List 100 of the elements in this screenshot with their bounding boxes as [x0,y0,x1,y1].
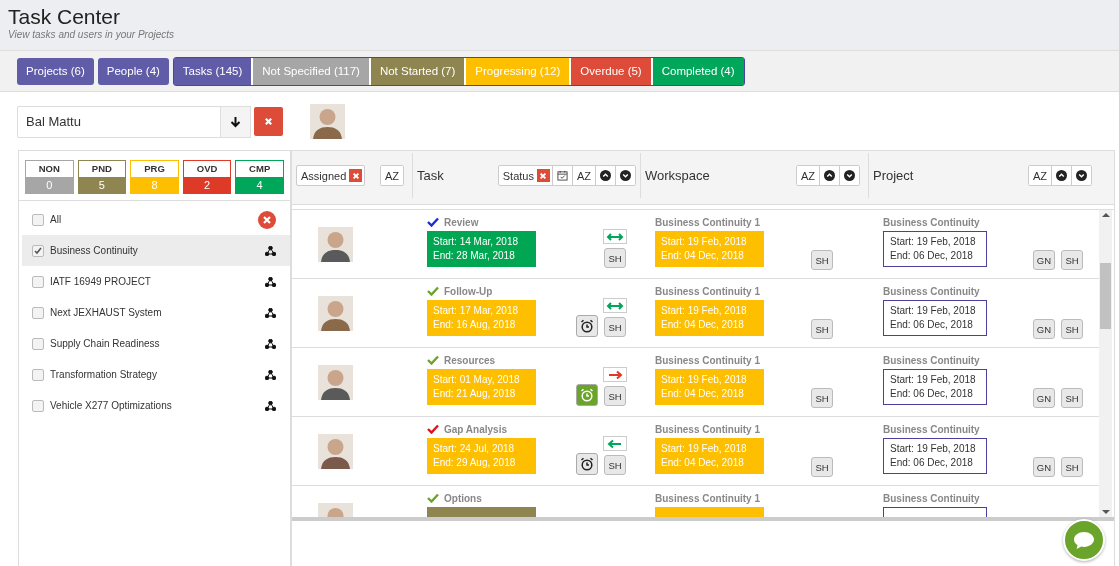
checkbox[interactable] [32,244,44,257]
project-action-button[interactable]: GN [1032,388,1055,408]
workspace-name: Business Continuity 1 [655,216,760,228]
project-action-button[interactable]: GN [1032,457,1055,477]
start-date: Start: 14 Mar, 2018 [433,235,520,249]
alarm-clock-icon [580,319,594,333]
network-icon[interactable] [265,307,276,318]
checkbox[interactable] [32,337,44,350]
status-counter[interactable]: OVD 2 [182,160,232,194]
up-circle-icon [1056,170,1067,181]
network-icon[interactable] [265,276,276,287]
speech-bubble-icon [1073,530,1095,550]
checkbox[interactable] [32,368,44,381]
checkbox[interactable] [32,213,44,226]
sort-down-button[interactable] [1071,166,1091,185]
project-name: Business Continuity [883,285,980,297]
status-counter[interactable]: PRG 8 [130,160,179,194]
scrollbar-thumb[interactable] [1100,263,1111,329]
alarm-button[interactable] [576,453,598,475]
task-name: Options [444,492,482,504]
filter-button[interactable]: People (4) [97,57,169,85]
page-title: Task Center [8,5,122,29]
start-date: Start: 19 Feb, 2018 [661,442,748,456]
network-icon[interactable] [265,245,276,256]
down-circle-icon [844,170,855,181]
project-label: Transformation Strategy [50,369,158,380]
scroll-up-icon[interactable] [1101,210,1110,220]
column-title: Task [417,168,445,183]
avatar [318,433,353,469]
end-date: End: 21 Aug, 2018 [433,387,517,401]
status-counter[interactable]: PND 5 [77,160,127,194]
start-date: Start: 19 Feb, 2018 [890,235,977,249]
sort-button[interactable]: AZ [380,166,403,185]
share-button[interactable]: SH [604,386,626,406]
dropdown-button[interactable] [220,105,251,138]
clear-button[interactable] [254,107,283,136]
workspace-name: Business Continuity 1 [655,492,760,504]
end-date: End: 04 Dec, 2018 [661,456,745,470]
end-date: End: 28 Mar, 2018 [433,249,516,263]
project-name: Business Continuity [883,423,980,435]
close-icon [264,117,273,126]
project-label: All [50,214,63,225]
status-counter[interactable]: CMP 4 [235,160,284,194]
end-date: End: 06 Dec, 2018 [890,387,974,401]
project-action-button[interactable]: GN [1032,250,1055,270]
share-button[interactable]: SH [811,319,833,339]
chat-button[interactable] [1063,519,1105,561]
share-button[interactable]: SH [604,317,626,337]
project-label: Vehicle X277 Optimizations [50,400,173,411]
share-button[interactable]: SH [811,457,833,477]
end-date: End: 29 Aug, 2018 [433,456,517,470]
workspace-name: Business Continuity 1 [655,423,760,435]
checkbox[interactable] [32,399,44,412]
start-date: Start: 19 Feb, 2018 [661,235,748,249]
project-name: Business Continuity [883,216,980,228]
filter-chip[interactable]: Status [498,166,552,185]
filter-chip[interactable]: Assigned [296,165,366,186]
share-button[interactable]: SH [604,248,626,268]
alarm-clock-icon [580,457,594,471]
checkbox[interactable] [32,306,44,319]
status-counter[interactable]: NON 0 [25,160,74,194]
down-circle-icon [620,170,631,181]
status-filter-button[interactable]: Tasks (145) [173,57,252,85]
end-date: End: 06 Dec, 2018 [890,456,974,470]
checkbox[interactable] [32,275,44,288]
project-item[interactable]: Business Continuity [22,235,290,266]
calendar-icon [556,170,568,181]
network-icon[interactable] [265,400,276,411]
project-action-button[interactable]: SH [1061,319,1083,339]
network-icon[interactable] [265,338,276,349]
avatar [310,104,345,139]
start-date: Start: 19 Feb, 2018 [661,304,748,318]
avatar [318,364,353,400]
clear-icon[interactable] [258,210,276,229]
status-filter-button[interactable]: Not Started (7) [370,57,465,85]
scroll-down-icon[interactable] [1101,507,1110,517]
alarm-clock-icon [580,388,594,402]
sort-down-button[interactable] [615,166,635,185]
person-field[interactable]: Bal Mattu [17,105,220,138]
page-subtitle: View tasks and users in your Projects [8,29,175,40]
status-filter-button[interactable]: Overdue (5) [571,57,651,85]
end-date: End: 04 Dec, 2018 [661,318,745,332]
share-button[interactable]: SH [811,388,833,408]
share-button[interactable]: SH [811,250,833,270]
project-action-button[interactable]: SH [1061,457,1083,477]
project-name: Business Continuity [883,492,980,504]
filter-button[interactable]: Projects (6) [17,57,94,85]
avatar [318,295,353,331]
project-name: Business Continuity [883,354,980,366]
project-action-button[interactable]: SH [1061,388,1083,408]
sort-down-button[interactable] [839,166,859,185]
column-title: Workspace [645,168,711,183]
alarm-button[interactable] [576,315,598,337]
share-button[interactable]: SH [604,455,626,475]
network-icon[interactable] [265,369,276,380]
project-label: IATF 16949 PROJECT [50,276,152,287]
end-date: End: 04 Dec, 2018 [661,249,745,263]
project-action-button[interactable]: GN [1032,319,1055,339]
scrollbar[interactable] [1099,210,1112,517]
project-action-button[interactable]: SH [1061,250,1083,270]
